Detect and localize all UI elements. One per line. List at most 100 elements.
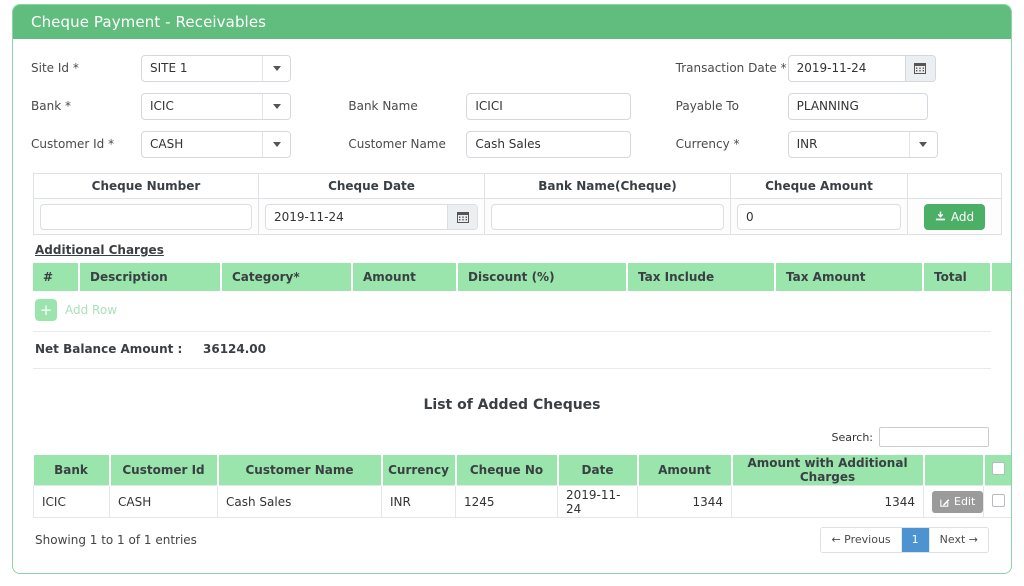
chevron-down-icon[interactable] [262, 56, 290, 81]
field-currency: Currency * INR [676, 131, 993, 158]
currency-select[interactable]: INR [788, 131, 938, 158]
transaction-date-label: Transaction Date * [676, 61, 788, 75]
chevron-down-icon[interactable] [909, 132, 937, 157]
page-title: Cheque Payment - Receivables [13, 5, 1011, 39]
added-cheques-table: Bank Customer Id Customer Name Currency … [33, 455, 1012, 518]
col-tax-amount: Tax Amount [775, 263, 923, 291]
cheque-number-input[interactable] [40, 204, 252, 230]
pagination: ← Previous 1 Next → [820, 527, 989, 553]
field-bank: Bank * ICIC [31, 93, 348, 120]
added-cheques-header-row: Bank Customer Id Customer Name Currency … [34, 455, 1012, 486]
chevron-down-icon[interactable] [262, 94, 290, 119]
plus-icon: + [35, 299, 57, 321]
customer-id-select[interactable]: CASH [141, 131, 291, 158]
field-transaction-date: Transaction Date * 2019-11-24 [676, 55, 993, 82]
edit-row-button[interactable]: Edit [932, 491, 983, 513]
site-id-select[interactable]: SITE 1 [141, 55, 291, 82]
list-section-title: List of Added Cheques [23, 397, 1001, 413]
cheque-date-input[interactable]: 2019-11-24 [265, 204, 478, 230]
col-cheque-action [908, 174, 1002, 199]
bank-value: ICIC [142, 94, 262, 119]
search-area: Search: [23, 427, 989, 447]
customer-name-label: Customer Name [348, 137, 466, 151]
calendar-icon[interactable] [447, 205, 477, 229]
col-total: Total [923, 263, 991, 291]
col-select-all[interactable] [984, 455, 1012, 486]
col-currency: Currency [382, 455, 456, 486]
bank-label: Bank * [31, 99, 141, 113]
field-bank-name: Bank Name [348, 93, 675, 120]
form-row-3: Customer Id * CASH Customer Name Currenc… [31, 125, 993, 163]
table-row: ICIC CASH Cash Sales INR 1245 2019-11-24… [34, 486, 1012, 518]
bank-name-input[interactable] [466, 93, 631, 120]
col-amount: Amount [352, 263, 457, 291]
col-cheque-no: Cheque No [456, 455, 558, 486]
net-balance-label: Net Balance Amount : [35, 342, 203, 356]
card-body: Site Id * SITE 1 Transaction Date * 2019… [13, 39, 1011, 553]
additional-charges-link[interactable]: Additional Charges [35, 243, 164, 257]
customer-id-value: CASH [142, 132, 262, 157]
field-payable-to: Payable To [676, 93, 993, 120]
transaction-date-value: 2019-11-24 [789, 56, 905, 81]
edit-row-label: Edit [954, 495, 975, 508]
add-row-label: Add Row [65, 303, 117, 317]
previous-page-button[interactable]: ← Previous [821, 528, 901, 552]
add-row-button[interactable]: + Add Row [35, 299, 1001, 321]
col-bank-name-cheque: Bank Name(Cheque) [485, 174, 731, 199]
col-category: Category* [221, 263, 352, 291]
cell-edit-action: Edit [924, 486, 984, 518]
col-cheque-amount: Cheque Amount [731, 174, 908, 199]
add-cheque-label: Add [951, 210, 974, 224]
showing-entries-text: Showing 1 to 1 of 1 entries [35, 533, 197, 547]
payable-to-label: Payable To [676, 99, 788, 113]
cell-date: 2019-11-24 [558, 486, 638, 518]
col-amount: Amount [638, 455, 732, 486]
cheque-amount-input[interactable] [737, 204, 901, 230]
add-cheque-button[interactable]: Add [924, 204, 985, 230]
cell-bank-name-cheque [485, 199, 731, 235]
cell-row-checkbox[interactable] [984, 486, 1012, 518]
transaction-date-input[interactable]: 2019-11-24 [788, 55, 936, 82]
cell-cheque-date: 2019-11-24 [259, 199, 485, 235]
select-all-checkbox[interactable] [992, 462, 1005, 475]
field-site-id: Site Id * SITE 1 [31, 55, 348, 82]
col-cheque-number: Cheque Number [34, 174, 259, 199]
col-customer-name: Customer Name [218, 455, 382, 486]
row-select-checkbox[interactable] [992, 494, 1005, 507]
cheque-date-value: 2019-11-24 [266, 205, 447, 229]
search-input[interactable] [879, 427, 989, 447]
cell-customer-id: CASH [110, 486, 218, 518]
cell-amount-with-charges: 1344 [732, 486, 924, 518]
page-1-button[interactable]: 1 [902, 528, 930, 552]
cell-cheque-amount [731, 199, 908, 235]
search-label: Search: [832, 431, 874, 444]
payable-to-input[interactable] [788, 93, 928, 120]
chevron-down-icon[interactable] [262, 132, 290, 157]
customer-name-input[interactable] [466, 131, 631, 158]
cell-cheque-no: 1245 [456, 486, 558, 518]
form-row-2: Bank * ICIC Bank Name Payable To [31, 87, 993, 125]
cell-cheque-number [34, 199, 259, 235]
import-icon [935, 211, 946, 222]
pencil-square-icon [940, 497, 950, 507]
site-id-value: SITE 1 [142, 56, 262, 81]
next-page-button[interactable]: Next → [930, 528, 988, 552]
additional-charges-table: # Description Category* Amount Discount … [33, 263, 1012, 291]
bank-select[interactable]: ICIC [141, 93, 291, 120]
cell-currency: INR [382, 486, 456, 518]
bank-name-cheque-input[interactable] [491, 204, 724, 230]
site-id-label: Site Id * [31, 61, 141, 75]
additional-charges-header-row: # Description Category* Amount Discount … [33, 263, 1012, 291]
customer-id-label: Customer Id * [31, 137, 141, 151]
cell-amount: 1344 [638, 486, 732, 518]
cell-add-action: Add [908, 199, 1002, 235]
col-charges-action [991, 263, 1012, 291]
col-discount: Discount (%) [457, 263, 627, 291]
calendar-icon[interactable] [905, 56, 935, 81]
cheque-entry-table: Cheque Number Cheque Date Bank Name(Cheq… [33, 173, 1002, 235]
currency-value: INR [789, 132, 909, 157]
col-tax-include: Tax Include [627, 263, 775, 291]
bank-name-label: Bank Name [348, 99, 466, 113]
net-balance-value: 36124.00 [203, 342, 266, 356]
col-amount-with-charges: Amount with Additional Charges [732, 455, 924, 486]
